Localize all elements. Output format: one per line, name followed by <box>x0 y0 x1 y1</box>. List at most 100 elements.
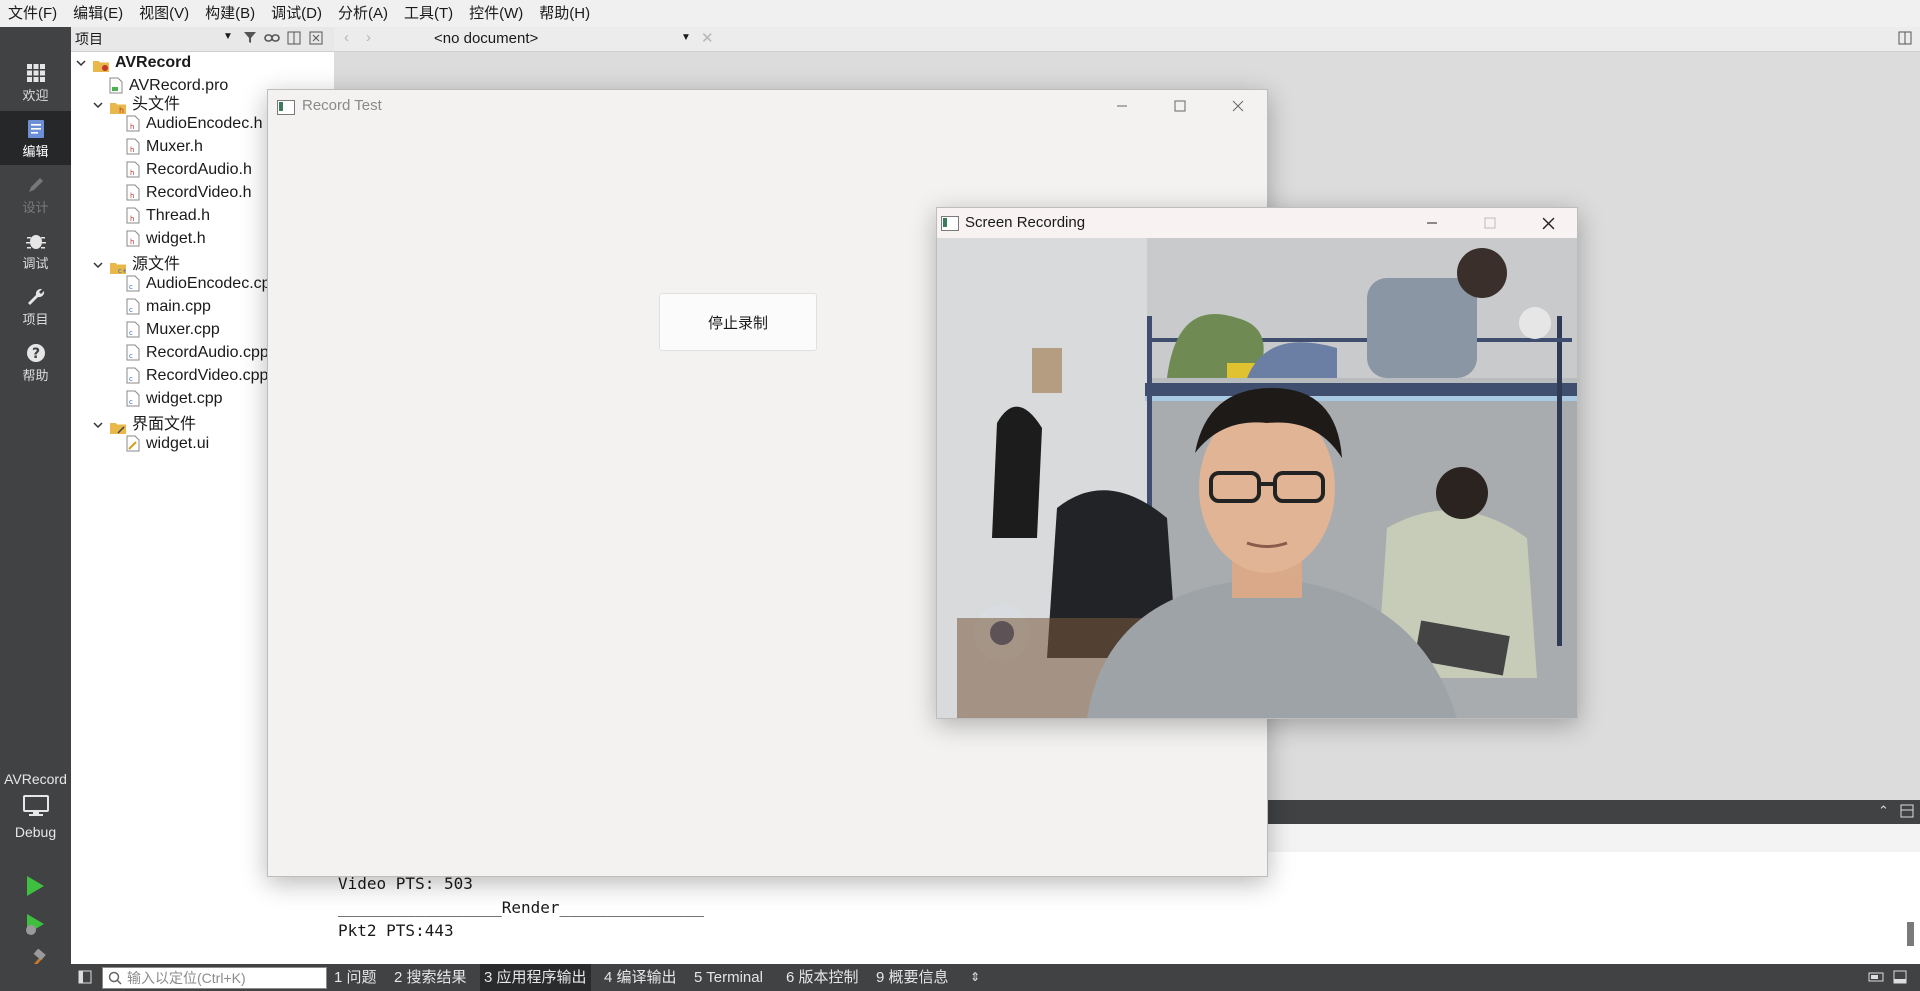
minimize-button[interactable] <box>1403 208 1461 238</box>
link-icon[interactable] <box>264 31 280 47</box>
more-tabs-icon[interactable]: ⇕ <box>970 964 980 991</box>
chevron-down-icon[interactable]: ▼ <box>681 32 691 43</box>
source-file-icon: c <box>126 367 140 384</box>
mode-debug[interactable]: 调试 <box>0 223 71 277</box>
mode-design[interactable]: 设计 <box>0 167 71 221</box>
minimize-icon <box>1117 105 1127 107</box>
mode-projects[interactable]: 项目 <box>0 279 71 333</box>
header-file-icon: h <box>126 138 140 155</box>
svg-text:c: c <box>129 283 133 291</box>
tree-root-project[interactable]: AVRecord <box>75 51 191 74</box>
mode-help[interactable]: ? 帮助 <box>0 335 71 389</box>
mode-sidebar: 欢迎 编辑 设计 调试 项目 ? 帮助 AVRecord Debug <box>0 27 71 991</box>
tree-item-file[interactable]: h Muxer.h <box>126 135 203 158</box>
file-label: RecordAudio.h <box>146 161 252 178</box>
chevron-down-icon[interactable] <box>92 419 104 431</box>
close-button[interactable] <box>1209 90 1267 122</box>
tab-terminal[interactable]: 5 Terminal <box>694 964 763 991</box>
tree-item-file[interactable]: widget.ui <box>126 432 209 455</box>
project-view-selector[interactable]: 项目 <box>75 29 103 49</box>
sidebar-toggle-icon[interactable] <box>78 970 92 988</box>
tab-issues[interactable]: 1 问题 <box>334 964 377 991</box>
tree-item-file[interactable]: c RecordVideo.cpp <box>126 364 268 387</box>
close-panel-icon[interactable] <box>309 31 323 48</box>
tab-compile-output[interactable]: 4 编译输出 <box>604 964 677 991</box>
output-line: _________________Render_______________ <box>338 898 705 917</box>
debug-run-button[interactable] <box>24 912 46 941</box>
locator-input[interactable]: 输入以定位(Ctrl+K) <box>102 967 327 989</box>
close-button[interactable] <box>1519 208 1577 238</box>
header-folder-icon: h <box>110 98 126 115</box>
kit-selector[interactable]: Debug <box>0 795 71 849</box>
forward-arrow-icon[interactable]: › <box>366 29 371 46</box>
record-test-titlebar[interactable]: Record Test <box>268 90 1267 122</box>
stop-recording-button[interactable]: 停止录制 <box>659 293 817 351</box>
chevron-down-icon[interactable] <box>92 259 104 271</box>
maximize-pane-icon[interactable]: ⌃ <box>1878 803 1889 819</box>
chevron-down-icon[interactable]: ▼ <box>223 31 233 42</box>
chevron-down-icon[interactable] <box>92 99 104 111</box>
split-icon[interactable] <box>287 31 301 48</box>
kit-project-name: AVRecord <box>4 771 67 787</box>
editor-toolbar: ‹ › <no document> ▼ ✕ <box>334 27 1920 52</box>
menu-widgets[interactable]: 控件(W) <box>461 0 531 27</box>
screen-recording-titlebar[interactable]: Screen Recording <box>937 208 1577 238</box>
minimize-button[interactable] <box>1093 90 1151 122</box>
play-icon <box>27 876 44 896</box>
tree-item-file[interactable]: c AudioEncodec.cpp <box>126 272 279 295</box>
menu-view[interactable]: 视图(V) <box>131 0 197 27</box>
document-selector[interactable]: <no document> <box>434 30 538 47</box>
filter-icon[interactable] <box>243 30 257 47</box>
tab-search-results[interactable]: 2 搜索结果 <box>394 964 467 991</box>
menu-tools[interactable]: 工具(T) <box>396 0 461 27</box>
menu-build[interactable]: 构建(B) <box>197 0 263 27</box>
tree-item-file[interactable]: c main.cpp <box>126 295 211 318</box>
menu-debug[interactable]: 调试(D) <box>263 0 330 27</box>
maximize-button[interactable] <box>1151 90 1209 122</box>
svg-text:h: h <box>130 238 134 246</box>
tree-item-file[interactable]: h RecordVideo.h <box>126 181 252 204</box>
mode-welcome[interactable]: 欢迎 <box>0 55 71 109</box>
header-file-icon: h <box>126 230 140 247</box>
output-pane-toggle-icon[interactable] <box>1893 970 1907 988</box>
source-file-icon: c <box>126 390 140 407</box>
menu-help[interactable]: 帮助(H) <box>531 0 598 27</box>
tree-item-file[interactable]: c RecordAudio.cpp <box>126 341 269 364</box>
menu-analyze[interactable]: 分析(A) <box>330 0 396 27</box>
svg-text:?: ? <box>31 346 39 362</box>
pencil-icon <box>28 178 43 192</box>
tab-application-output[interactable]: 3 应用程序输出 <box>480 964 591 991</box>
project-folder-icon <box>93 56 109 72</box>
close-document-icon[interactable]: ✕ <box>701 29 714 47</box>
close-pane-icon[interactable] <box>1900 804 1914 823</box>
svg-text:h: h <box>130 192 134 200</box>
bug-icon <box>25 235 46 249</box>
svg-text:h: h <box>130 169 134 177</box>
run-button[interactable] <box>24 874 46 903</box>
chevron-down-icon[interactable] <box>75 57 87 69</box>
menu-bar: 文件(F) 编辑(E) 视图(V) 构建(B) 调试(D) 分析(A) 工具(T… <box>0 0 1920 27</box>
mode-debug-label: 调试 <box>22 256 49 271</box>
tree-item-file[interactable]: c Muxer.cpp <box>126 318 220 341</box>
header-file-icon: h <box>126 207 140 224</box>
mode-edit[interactable]: 编辑 <box>0 111 71 165</box>
split-editor-icon[interactable] <box>1898 31 1912 49</box>
tree-item-file[interactable]: h Thread.h <box>126 204 210 227</box>
tab-version-control[interactable]: 6 版本控制 <box>786 964 859 991</box>
tab-general-messages[interactable]: 9 概要信息 <box>876 964 949 991</box>
tree-item-file[interactable]: h AudioEncodec.h <box>126 112 263 135</box>
form-file-icon <box>126 435 140 452</box>
tree-item-file[interactable]: h widget.h <box>126 227 206 250</box>
output-scrollbar[interactable] <box>1907 922 1914 946</box>
back-arrow-icon[interactable]: ‹ <box>344 29 349 46</box>
mode-projects-label: 项目 <box>22 312 49 327</box>
file-label: AudioEncodec.h <box>146 115 263 132</box>
maximize-button[interactable] <box>1461 208 1519 238</box>
svg-text:c+: c+ <box>118 267 126 274</box>
menu-file[interactable]: 文件(F) <box>0 0 65 27</box>
tree-item-file[interactable]: h RecordAudio.h <box>126 158 252 181</box>
tree-item-file[interactable]: c widget.cpp <box>126 387 223 410</box>
progress-toggle-icon[interactable] <box>1868 970 1884 988</box>
menu-edit[interactable]: 编辑(E) <box>65 0 131 27</box>
debug-play-icon <box>26 914 44 935</box>
